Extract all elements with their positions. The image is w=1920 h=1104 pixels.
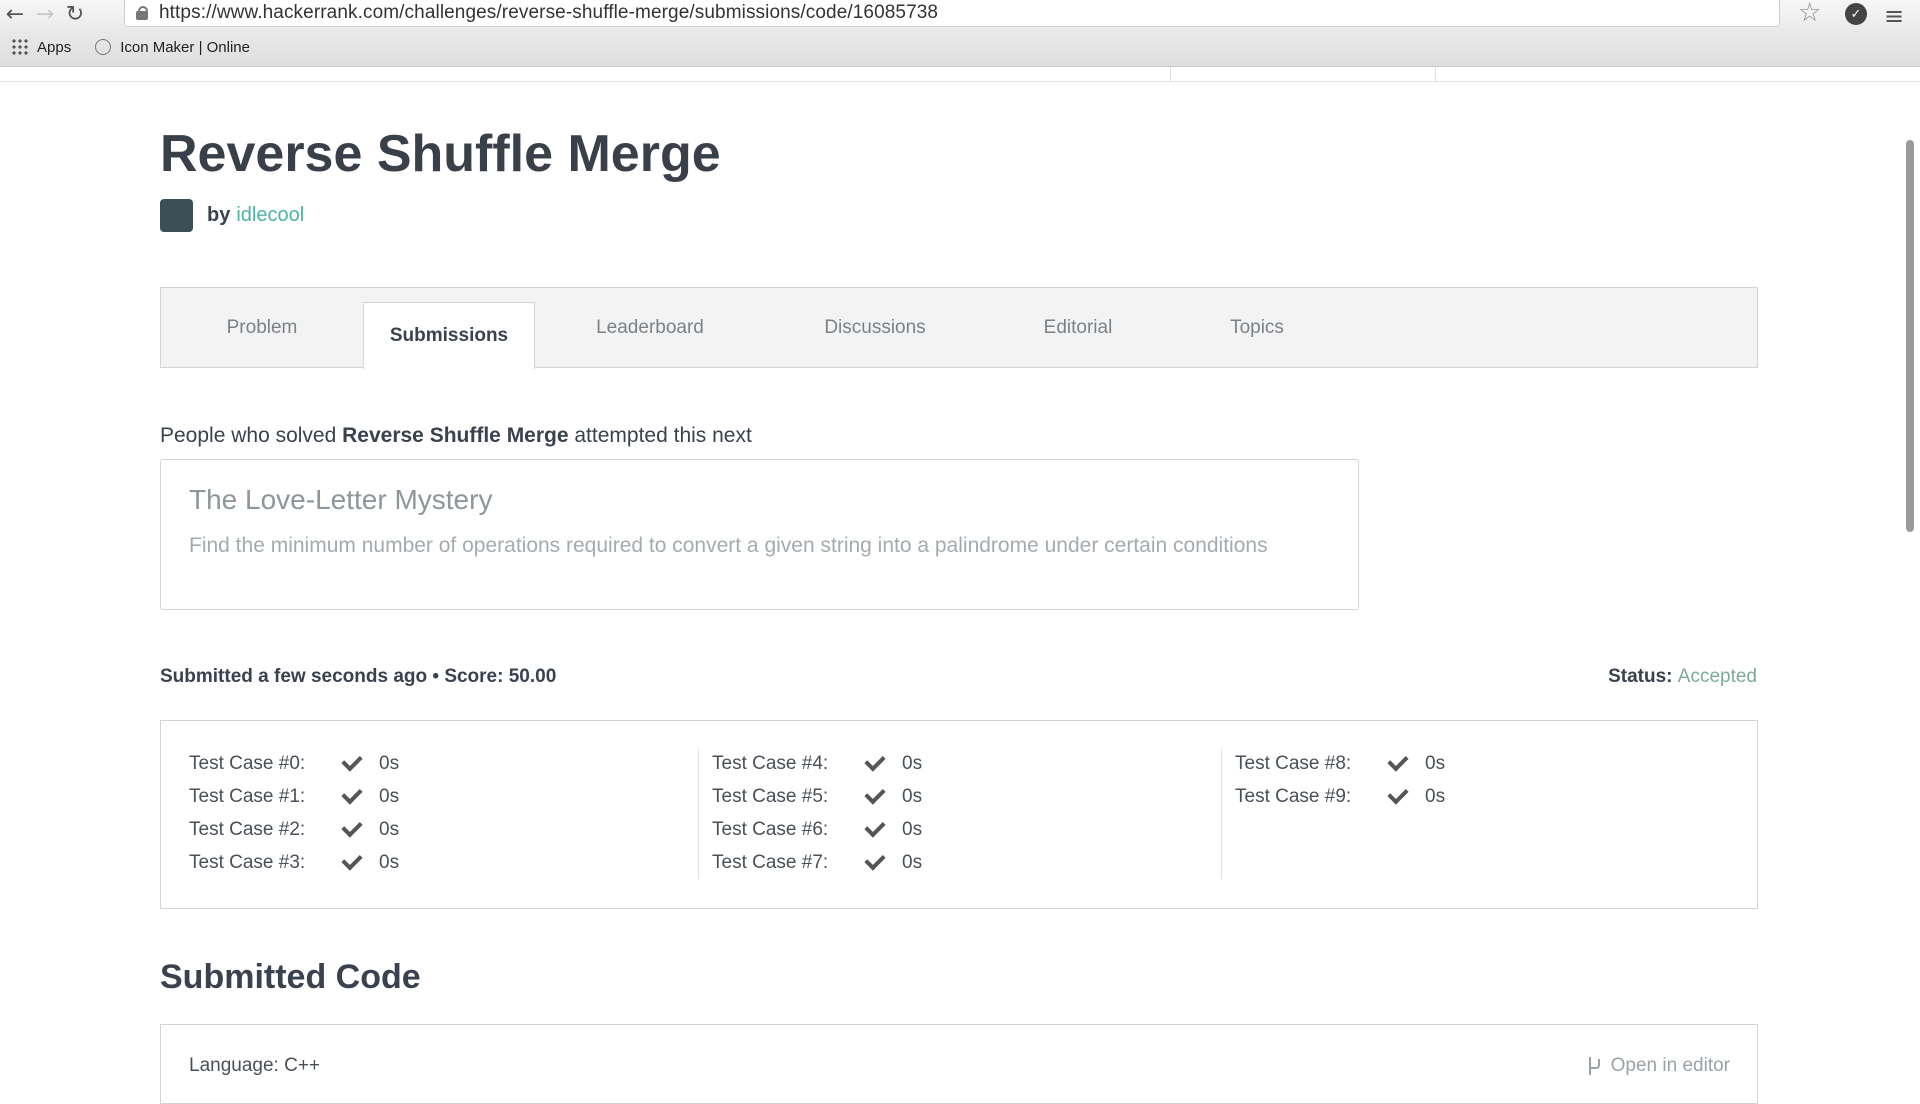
test-case-time: 0s: [379, 752, 400, 774]
test-case-label: Test Case #7:: [712, 851, 829, 873]
checkmark-icon: [341, 848, 363, 871]
checkmark-icon: [864, 782, 886, 805]
by-label: by: [207, 204, 231, 226]
globe-icon: [95, 39, 112, 55]
next-challenge-name: Reverse Shuffle Merge: [342, 424, 569, 447]
test-case-row: Test Case #7: 0s: [712, 846, 922, 879]
site-nav-remnant: [0, 67, 1920, 82]
tab-editorial[interactable]: Editorial: [985, 288, 1171, 368]
page-scrollbar[interactable]: [1906, 140, 1914, 532]
submission-status: Status: Accepted: [1608, 666, 1757, 688]
test-case-row: Test Case #1: 0s: [189, 780, 399, 813]
test-case-label: Test Case #5:: [712, 785, 829, 807]
bookmarks-bar: Apps Icon Maker | Online: [0, 28, 1920, 67]
test-case-row: Test Case #9: 0s: [1235, 780, 1445, 813]
next-card-description: Find the minimum number of operations re…: [189, 534, 1268, 557]
test-case-row: Test Case #5: 0s: [712, 780, 922, 813]
code-panel: Language: C++ Open in editor: [160, 1024, 1758, 1104]
test-case-column: Test Case #4: 0s Test Case #5: 0s Test Cas…: [712, 747, 922, 879]
test-case-time: 0s: [902, 785, 923, 807]
test-case-time: 0s: [902, 851, 923, 873]
test-case-column: Test Case #0: 0s Test Case #1: 0s Test Cas…: [189, 747, 399, 879]
test-case-row: Test Case #0: 0s: [189, 747, 399, 780]
test-case-label: Test Case #4:: [712, 752, 829, 774]
test-case-time: 0s: [379, 785, 400, 807]
open-in-editor-label: Open in editor: [1610, 1055, 1730, 1076]
test-case-label: Test Case #6:: [712, 818, 829, 840]
test-case-time: 0s: [1425, 785, 1446, 807]
browser-toolbar: ← → ↻ https://www.hackerrank.com/challen…: [0, 0, 1920, 30]
open-in-editor-link[interactable]: Open in editor: [1587, 1055, 1730, 1077]
next-card-title[interactable]: The Love-Letter Mystery: [189, 484, 1330, 516]
next-challenge-card[interactable]: The Love-Letter Mystery Find the minimum…: [160, 459, 1359, 610]
lock-icon: [135, 6, 149, 20]
test-case-time: 0s: [1425, 752, 1446, 774]
checkmark-icon: [864, 848, 886, 871]
nav-divider: [1170, 67, 1171, 81]
url-text[interactable]: https://www.hackerrank.com/challenges/re…: [159, 2, 938, 24]
test-case-column: Test Case #8: 0s Test Case #9: 0s: [1235, 747, 1445, 813]
test-case-row: Test Case #3: 0s: [189, 846, 399, 879]
checkmark-icon: [1387, 749, 1409, 772]
address-bar[interactable]: https://www.hackerrank.com/challenges/re…: [124, 0, 1780, 27]
attempted-next-label: People who solved Reverse Shuffle Merge …: [160, 424, 752, 448]
test-case-time: 0s: [902, 752, 923, 774]
test-case-row: Test Case #4: 0s: [712, 747, 922, 780]
back-arrow-icon[interactable]: ←: [0, 0, 30, 28]
test-case-row: Test Case #8: 0s: [1235, 747, 1445, 780]
checkmark-icon: [864, 749, 886, 772]
tab-topics[interactable]: Topics: [1171, 288, 1343, 368]
next-prefix: People who solved: [160, 424, 343, 447]
checkmark-icon: [341, 782, 363, 805]
test-case-label: Test Case #2:: [189, 818, 306, 840]
test-case-time: 0s: [379, 851, 400, 873]
test-case-label: Test Case #9:: [1235, 785, 1352, 807]
tab-discussions[interactable]: Discussions: [765, 288, 985, 368]
test-case-row: Test Case #6: 0s: [712, 813, 922, 846]
tab-leaderboard[interactable]: Leaderboard: [535, 288, 765, 368]
test-cases-panel: Test Case #0: 0s Test Case #1: 0s Test Cas…: [160, 720, 1758, 909]
test-case-label: Test Case #0:: [189, 752, 306, 774]
checkmark-icon: [1387, 782, 1409, 805]
checkmark-icon: [341, 815, 363, 838]
column-divider: [698, 749, 699, 879]
reload-icon[interactable]: ↻: [60, 0, 90, 28]
submitted-code-heading: Submitted Code: [160, 958, 421, 996]
avatar[interactable]: [160, 199, 193, 232]
challenge-tabs: Problem Submissions Leaderboard Discussi…: [160, 287, 1758, 369]
tab-problem[interactable]: Problem: [161, 288, 363, 368]
test-case-row: Test Case #2: 0s: [189, 813, 399, 846]
bookmark-label: Icon Maker | Online: [120, 38, 250, 56]
language-label: Language: C++: [189, 1055, 321, 1076]
page-title: Reverse Shuffle Merge: [160, 125, 721, 183]
author-line: by idlecool: [160, 199, 304, 232]
extension-icon[interactable]: ✓: [1845, 3, 1867, 25]
submission-info: Submitted a few seconds ago • Score: 50.…: [160, 666, 557, 687]
test-case-label: Test Case #1:: [189, 785, 306, 807]
branch-icon: [1587, 1057, 1600, 1075]
checkmark-icon: [341, 749, 363, 772]
column-divider: [1221, 749, 1222, 879]
tab-submissions[interactable]: Submissions: [363, 302, 535, 369]
bookmark-icon-maker[interactable]: Icon Maker | Online: [95, 39, 250, 56]
author-link[interactable]: idlecool: [236, 204, 304, 227]
apps-grid-icon[interactable]: [11, 38, 29, 56]
nav-divider: [1435, 67, 1436, 81]
test-case-label: Test Case #3:: [189, 851, 306, 873]
forward-arrow-icon[interactable]: →: [30, 0, 60, 28]
bookmark-star-icon[interactable]: ☆: [1798, 0, 1821, 28]
test-case-time: 0s: [379, 818, 400, 840]
status-label: Status:: [1608, 666, 1673, 687]
bookmark-apps[interactable]: Apps: [37, 39, 71, 56]
next-suffix: attempted this next: [568, 424, 752, 447]
test-case-time: 0s: [902, 818, 923, 840]
checkmark-icon: [864, 815, 886, 838]
browser-menu-icon[interactable]: ≡: [1884, 2, 1904, 30]
status-value: Accepted: [1677, 666, 1757, 687]
test-case-label: Test Case #8:: [1235, 752, 1352, 774]
